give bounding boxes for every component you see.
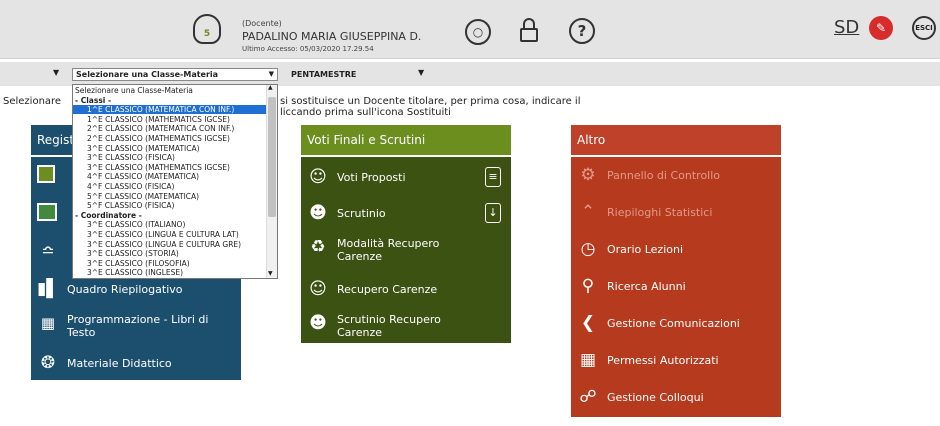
bar-chart-icon: ▮▌ (37, 279, 60, 299)
dropdown-option[interactable]: 5^F CLASSICO (FISICA) (87, 201, 174, 210)
clock-calendar-icon: ▦ (579, 350, 597, 370)
grades-icon: ≏ (41, 241, 55, 260)
voti-proposti-link[interactable]: ☺ Voti Proposti ≡ (301, 167, 511, 189)
dropdown-option[interactable]: 3^E CLASSICO (FISICA) (87, 153, 175, 162)
dropdown-option[interactable]: Selezionare una Classe-Materia (75, 86, 193, 95)
scrollbar-thumb[interactable] (268, 97, 276, 217)
info-text-line2: liccando prima sull'icona Sostituiti (280, 107, 451, 118)
lightbulb-icon[interactable]: ○ (465, 19, 491, 45)
ricerca-alunni-link[interactable]: ⚲ Ricerca Alunni (571, 276, 781, 298)
user-role: (Docente) (242, 19, 282, 28)
document-lock-icon: ≡ (485, 167, 501, 187)
calendar-icon (37, 165, 55, 183)
permessi-autorizzati-link[interactable]: ▦ Permessi Autorizzati (571, 350, 781, 372)
last-access: Ultimo Accesso: 05/03/2020 17.29.54 (242, 45, 374, 53)
dropdown-option[interactable]: 3^E CLASSICO (ITALIANO) (87, 220, 185, 229)
class-select[interactable]: Selezionare una Classe-Materia ▼ (72, 68, 278, 81)
dropdown-group-label: - Classi - (75, 95, 112, 105)
dropdown-option[interactable]: 3^E CLASSICO (MATHEMATICS IGCSE) (87, 163, 230, 172)
recupero-carenze-link[interactable]: ☺ Recupero Carenze (301, 279, 511, 301)
users-icon: ☻ (309, 203, 327, 223)
voti-tile: ☺ Voti Proposti ≡ ☻ Scrutinio ↓ ♻ Modali… (301, 157, 511, 343)
dropdown-option[interactable]: 2^E CLASSICO (MATHEMATICS IGCSE) (87, 134, 230, 143)
orario-lezioni-link[interactable]: ◷ Orario Lezioni (571, 239, 781, 261)
chevron-down-icon: ▼ (268, 70, 274, 78)
dropdown-option[interactable]: 3^E CLASSICO (INGLESE) (87, 268, 183, 277)
period-label[interactable]: PENTAMESTRE (291, 70, 356, 79)
chevron-down-icon[interactable]: ▼ (418, 68, 424, 77)
scrutinio-recupero-link[interactable]: ☻ Scrutinio Recupero Carenze (301, 313, 511, 341)
gestione-colloqui-link[interactable]: ☍ Gestione Colloqui (571, 387, 781, 409)
dropdown-option[interactable]: 3^E CLASSICO (LINGUA E CULTURA GRE) (87, 240, 241, 249)
gears-icon: ⚙ (580, 165, 596, 185)
program-icon: ▦ (40, 314, 56, 332)
modalita-recupero-link[interactable]: ♻ Modalità Recupero Carenze (301, 237, 511, 265)
lock-icon[interactable] (520, 18, 538, 42)
user-gear-icon: ☺ (309, 279, 327, 299)
red-app-icon[interactable]: ✎ (869, 16, 893, 40)
dropdown-option[interactable]: 3^E CLASSICO (STORIA) (87, 249, 179, 258)
app-header: 5 (Docente) PADALINO MARIA GIUSEPPINA D.… (0, 0, 940, 59)
class-select-dropdown: Selezionare una Classe-Materia - Classi -… (72, 84, 278, 279)
materiale-didattico-link[interactable]: ❂ Materiale Didattico (31, 353, 241, 375)
user-info: (Docente) PADALINO MARIA GIUSEPPINA D. U… (242, 17, 421, 56)
scroll-down-icon[interactable]: ▼ (268, 270, 273, 277)
dropdown-option[interactable]: 1^E CLASSICO (MATHEMATICS IGCSE) (87, 115, 230, 124)
recovery-icon: ♻ (310, 237, 326, 257)
register-icon (37, 203, 57, 221)
user-avatar-icon: 5 (193, 14, 221, 44)
sd-logo: SD (834, 17, 860, 38)
shared-material-icon: ❂ (40, 353, 56, 373)
dropdown-option[interactable]: 5^F CLASSICO (MATEMATICA) (87, 192, 199, 201)
scrutinio-link[interactable]: ☻ Scrutinio ↓ (301, 203, 511, 225)
dropdown-option[interactable]: 1^E CLASSICO (MATEMATICA CON INF.) (73, 105, 268, 115)
toolbar: ▼ Selezionare una Classe-Materia ▼ PENTA… (0, 62, 940, 86)
programmazione-link[interactable]: ▦ Programmazione - Libri di Testo (31, 313, 241, 339)
clock-icon: ◷ (580, 239, 596, 259)
dropdown-option[interactable]: 2^E CLASSICO (MATEMATICA CON INF.) (87, 124, 234, 133)
document-download-icon: ↓ (485, 203, 501, 223)
dropdown-option[interactable]: 4^F CLASSICO (FISICA) (87, 182, 174, 191)
chevron-down-icon[interactable]: ▼ (53, 68, 59, 77)
megaphone-icon: ❮ (580, 313, 596, 333)
info-text-line1: si sostituisce un Docente titolare, per … (280, 96, 581, 107)
info-text-prefix: Selezionare (3, 96, 62, 107)
voti-tile-header: Voti Finali e Scrutini (301, 125, 511, 155)
dropdown-option[interactable]: 3^E CLASSICO (FILOSOFIA) (87, 259, 190, 268)
scroll-up-icon[interactable]: ▲ (268, 85, 273, 91)
exit-button[interactable]: ESCI (912, 16, 936, 40)
dropdown-scrollbar[interactable]: ▲ ▼ (266, 85, 277, 278)
gestione-comunicazioni-link[interactable]: ❮ Gestione Comunicazioni (571, 313, 781, 335)
dropdown-option[interactable]: 3^E CLASSICO (MATEMATICA) (87, 144, 200, 153)
user-icon: ☺ (309, 167, 327, 187)
altro-tile: ⚙ Pannello di Controllo ⌃ Riepiloghi Sta… (571, 157, 781, 417)
handshake-icon: ☍ (579, 387, 597, 407)
dropdown-group-label: - Coordinatore - (75, 210, 142, 220)
pannello-controllo-link[interactable]: ⚙ Pannello di Controllo (571, 165, 781, 187)
dropdown-option[interactable]: 3^E CLASSICO (LINGUA E CULTURA LAT) (87, 230, 239, 239)
quadro-riepilogativo-link[interactable]: ▮▌ Quadro Riepilogativo (31, 279, 241, 301)
help-icon[interactable]: ? (569, 18, 595, 44)
dropdown-option[interactable]: 4^F CLASSICO (MATEMATICA) (87, 172, 199, 181)
line-chart-icon: ⌃ (580, 202, 596, 222)
riepiloghi-statistici-link[interactable]: ⌃ Riepiloghi Statistici (571, 202, 781, 224)
user-search-icon: ⚲ (581, 276, 595, 296)
user-name: PADALINO MARIA GIUSEPPINA D. (242, 30, 422, 43)
users-gear-icon: ☻ (309, 313, 327, 333)
altro-tile-header: Altro (571, 125, 781, 155)
